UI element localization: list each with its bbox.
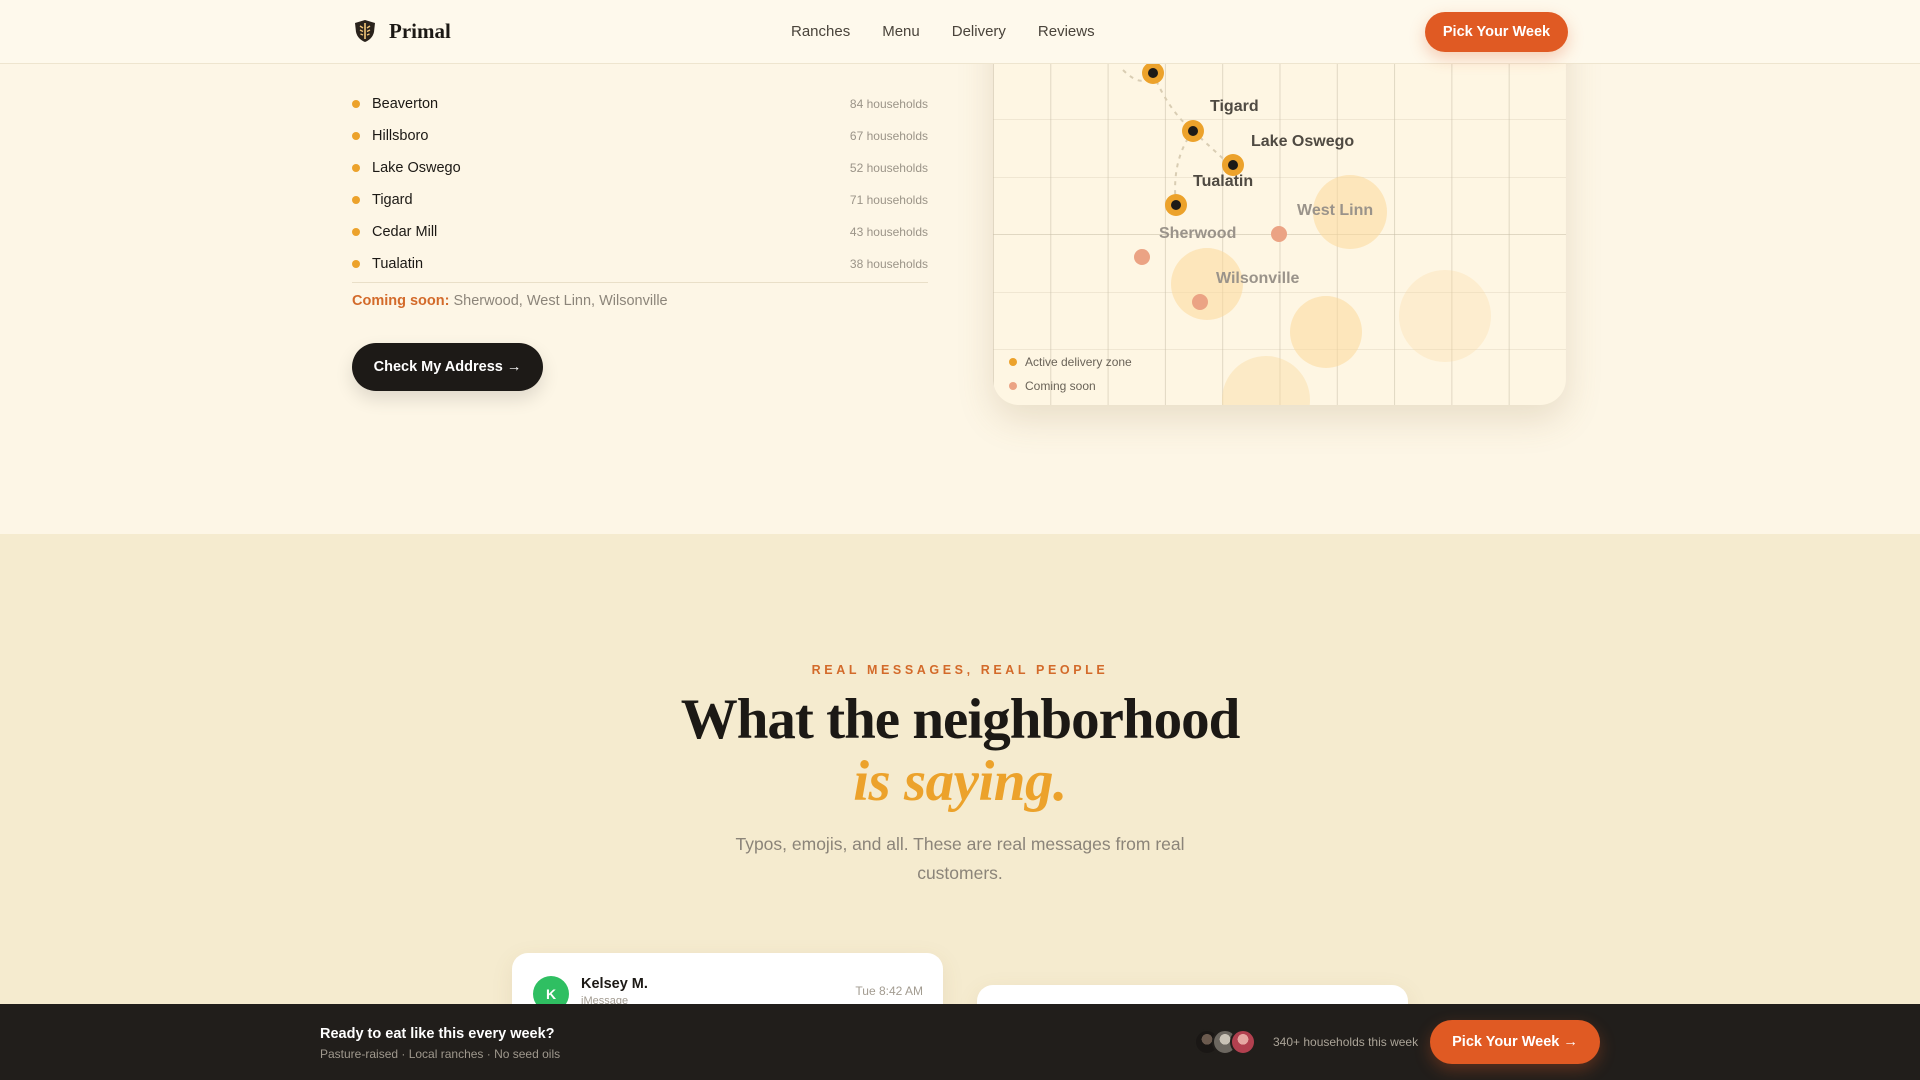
shield-icon <box>355 20 375 42</box>
legend-label: Active delivery zone <box>1025 355 1132 369</box>
zone-halo <box>1290 296 1362 368</box>
avatar <box>1230 1029 1256 1055</box>
message-time: Tue 8:42 AM <box>855 984 923 998</box>
map-label-wilsonville: Wilsonville <box>1216 270 1300 287</box>
sticky-subtitle: Pasture-raised · Local ranches · No seed… <box>320 1047 561 1061</box>
household-count: 84 households <box>849 97 928 111</box>
sticky-cta-bar: Ready to eat like this every week? Pastu… <box>0 1004 1920 1080</box>
map-label-sherwood: Sherwood <box>1159 225 1237 242</box>
divider <box>352 282 928 283</box>
area-name: Beaverton <box>372 96 439 112</box>
nav-link-menu[interactable]: Menu <box>882 23 920 40</box>
coming-soon-areas: Sherwood, West Linn, Wilsonville <box>453 293 668 309</box>
nav-links: Ranches Menu Delivery Reviews <box>791 23 1127 40</box>
status-dot <box>352 260 360 268</box>
zone-halo <box>1222 356 1310 405</box>
sticky-title: Ready to eat like this every week? <box>320 1026 555 1042</box>
area-name: Tigard <box>372 192 413 208</box>
household-count: 67 households <box>849 129 928 143</box>
legend-item-coming-soon: Coming soon <box>1009 374 1132 398</box>
sticky-pick-your-week-button[interactable]: Pick Your Week → <box>1430 1020 1600 1064</box>
area-name: Cedar Mill <box>372 224 438 240</box>
list-item: Beaverton 84 households <box>352 88 928 120</box>
household-count: 71 households <box>849 193 928 207</box>
legend-label: Coming soon <box>1025 379 1096 393</box>
zone-halo <box>1399 270 1491 362</box>
avatar-stack <box>1194 1029 1260 1055</box>
check-my-address-button[interactable]: Check My Address → <box>352 343 543 391</box>
pick-your-week-button[interactable]: Pick Your Week <box>1425 12 1568 52</box>
map-label-tualatin: Tualatin <box>1193 173 1254 190</box>
nav-link-ranches[interactable]: Ranches <box>791 23 850 40</box>
list-item: Hillsboro 67 households <box>352 120 928 152</box>
area-name: Hillsboro <box>372 128 429 144</box>
legend-swatch <box>1009 382 1017 390</box>
status-dot <box>352 100 360 108</box>
area-name: Tualatin <box>372 256 424 272</box>
legend-swatch <box>1009 358 1017 366</box>
map-pin[interactable] <box>1142 62 1164 84</box>
map-pin-wilsonville[interactable] <box>1192 294 1208 310</box>
map-label-west-linn: West Linn <box>1297 202 1374 219</box>
status-dot <box>352 228 360 236</box>
map-pin-west-linn[interactable] <box>1271 226 1287 242</box>
list-item: Lake Oswego 52 households <box>352 152 928 184</box>
nav-link-reviews[interactable]: Reviews <box>1038 23 1095 40</box>
nav-link-delivery[interactable]: Delivery <box>952 23 1006 40</box>
service-area-list: Beaverton 84 households Hillsboro 67 hou… <box>352 88 928 280</box>
list-item: Tualatin 38 households <box>352 248 928 280</box>
map-legend: Active delivery zone Coming soon <box>1009 350 1132 398</box>
map-label-tigard: Tigard <box>1210 98 1259 115</box>
map-label-lake-oswego: Lake Oswego <box>1251 133 1355 150</box>
status-dot <box>352 164 360 172</box>
area-name: Lake Oswego <box>372 160 461 176</box>
list-item: Tigard 71 households <box>352 184 928 216</box>
status-dot <box>352 132 360 140</box>
section-eyebrow: REAL MESSAGES, REAL PEOPLE <box>811 663 1109 677</box>
top-nav: Primal Ranches Menu Delivery Reviews Pic… <box>0 0 1920 64</box>
coming-soon-note: Coming soon: Sherwood, West Linn, Wilson… <box>352 293 668 309</box>
household-count: 52 households <box>849 161 928 175</box>
brand[interactable]: Primal <box>352 18 451 44</box>
coming-soon-label: Coming soon: <box>352 293 450 309</box>
status-dot <box>352 196 360 204</box>
household-count-badge: 340+ households this week <box>1273 1035 1419 1049</box>
legend-item-active: Active delivery zone <box>1009 350 1132 374</box>
map-pin-tigard[interactable] <box>1182 120 1204 142</box>
list-item: Cedar Mill 43 households <box>352 216 928 248</box>
map-pin-sherwood[interactable] <box>1134 249 1150 265</box>
section-headline-accent: is saying. <box>853 750 1067 813</box>
map-pin-tualatin[interactable] <box>1165 194 1187 216</box>
household-count: 38 households <box>849 257 928 271</box>
brand-name: Primal <box>389 18 451 43</box>
sender-name: Kelsey M. <box>581 976 648 992</box>
household-count: 43 households <box>849 225 928 239</box>
section-headline: What the neighborhood <box>680 688 1241 751</box>
section-subhead: Typos, emojis, and all. These are real m… <box>735 834 1185 883</box>
